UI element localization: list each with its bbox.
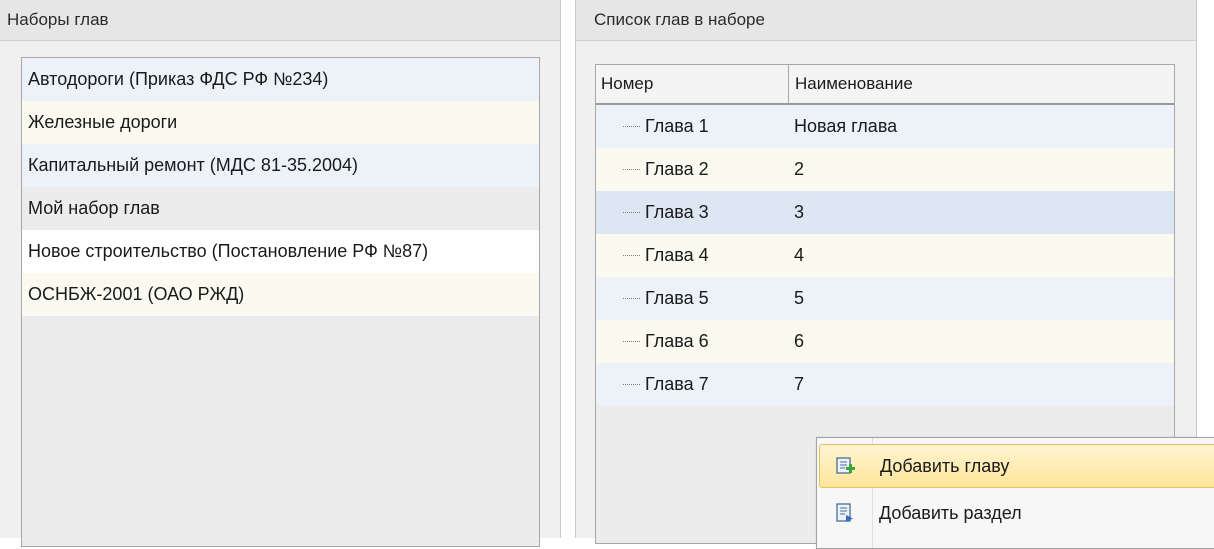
list-item[interactable]: Новое строительство (Постановление РФ №8… xyxy=(22,230,539,273)
table-row[interactable]: Глава 4 4 xyxy=(596,234,1174,277)
column-header-number[interactable]: Номер xyxy=(596,65,789,103)
chapter-name: 6 xyxy=(794,331,805,351)
tree-branch-line xyxy=(623,255,640,256)
table-row[interactable]: Глава 7 7 xyxy=(596,363,1174,406)
tree-branch-line xyxy=(623,298,640,299)
tree-branch-line xyxy=(623,384,640,385)
list-item[interactable]: ОСНБЖ-2001 (ОАО РЖД) xyxy=(22,273,539,316)
chapter-name: 3 xyxy=(794,202,805,222)
chapter-sets-list[interactable]: Автодороги (Приказ ФДС РФ №234) Железные… xyxy=(21,57,540,547)
table-row[interactable]: Глава 5 5 xyxy=(596,277,1174,320)
chapter-name: 7 xyxy=(794,374,805,394)
table-row[interactable]: Глава 2 2 xyxy=(596,148,1174,191)
column-header-name[interactable]: Наименование xyxy=(789,65,1174,103)
add-chapter-icon xyxy=(820,455,872,477)
grid-header: Номер Наименование xyxy=(596,65,1174,105)
table-row[interactable]: Глава 6 6 xyxy=(596,320,1174,363)
list-item[interactable]: Мой набор глав xyxy=(22,187,539,230)
context-menu: Добавить главу Добавить раздел xyxy=(816,437,1214,549)
chapter-name: 4 xyxy=(794,245,805,265)
menu-item-label: Добавить раздел xyxy=(879,502,1022,523)
table-row-selected[interactable]: Глава 3 3 xyxy=(596,191,1174,234)
chapter-name: 2 xyxy=(794,159,805,179)
chapter-name: Новая глава xyxy=(794,116,898,136)
list-item[interactable]: Железные дороги xyxy=(22,101,539,144)
chapters-header: Список глав в наборе xyxy=(576,0,1196,41)
chapter-sets-header: Наборы глав xyxy=(0,0,560,41)
tree-branch-line xyxy=(623,341,640,342)
tree-branch-line xyxy=(623,126,640,127)
table-row[interactable]: Глава 1 Новая глава xyxy=(596,105,1174,148)
tree-branch-line xyxy=(623,169,640,170)
add-section-icon xyxy=(819,502,871,524)
menu-item-add-section[interactable]: Добавить раздел xyxy=(819,491,1214,535)
menu-item-label: Добавить главу xyxy=(880,455,1010,476)
menu-item-add-chapter[interactable]: Добавить главу xyxy=(819,444,1214,488)
chapter-sets-panel: Наборы глав Автодороги (Приказ ФДС РФ №2… xyxy=(0,0,561,547)
chapter-name: 5 xyxy=(794,288,805,308)
grid-rows: Глава 1 Новая глава Глава 2 2 Глава 3 3 … xyxy=(596,105,1174,406)
tree-branch-line xyxy=(623,212,640,213)
list-item[interactable]: Капитальный ремонт (МДС 81-35.2004) xyxy=(22,144,539,187)
list-item[interactable]: Автодороги (Приказ ФДС РФ №234) xyxy=(22,58,539,101)
